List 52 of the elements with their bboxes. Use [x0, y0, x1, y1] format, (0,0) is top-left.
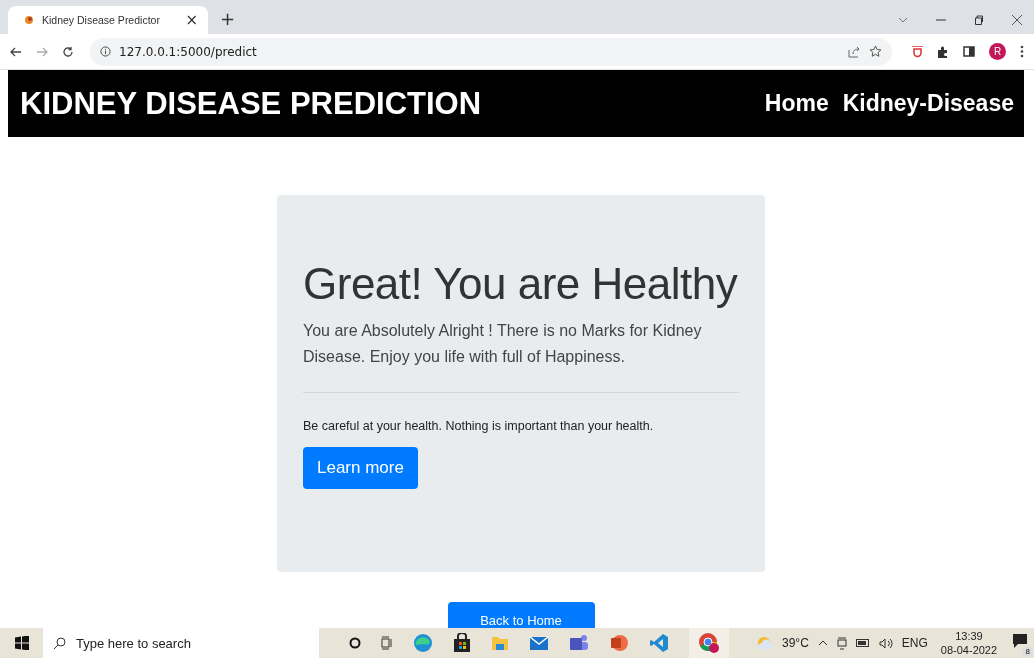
result-heading: Great! You are Healthy [303, 258, 739, 310]
tab-title: Kidney Disease Predictor [42, 14, 161, 26]
star-icon[interactable] [869, 45, 882, 58]
tab-search-icon[interactable] [898, 17, 908, 23]
notification-icon[interactable] [1012, 633, 1029, 649]
profile-avatar[interactable]: R [989, 43, 1006, 60]
clock-date[interactable]: 08-04-2022 [940, 643, 998, 657]
share-icon[interactable] [848, 45, 861, 58]
temperature-text[interactable]: 39°C [782, 636, 809, 650]
mail-icon[interactable] [529, 635, 549, 651]
teams-icon[interactable] [569, 634, 589, 652]
chevron-up-icon[interactable] [817, 640, 828, 646]
edge-icon[interactable] [413, 633, 433, 653]
result-description: You are Absolutely Alright ! There is no Marks for Kidney Disease. Enjoy you life with full of Happiness. [303, 321, 703, 368]
close-icon[interactable] [1012, 15, 1022, 25]
taskbar-search-field[interactable]: Type here to search [43, 628, 319, 658]
url-text: 127.0.0.1:5000/predict [119, 44, 257, 59]
menu-icon[interactable] [1020, 45, 1024, 58]
back-arrow-icon[interactable] [10, 46, 22, 57]
address-bar[interactable]: 127.0.0.1:5000/predict [90, 37, 892, 66]
clock-time[interactable]: 13:39 [955, 629, 983, 643]
language-indicator[interactable]: ENG [901, 636, 928, 650]
speaker-icon[interactable] [878, 637, 893, 649]
restore-icon[interactable] [974, 15, 984, 25]
new-tab-button[interactable]: + [220, 8, 236, 29]
code-editor-icon[interactable] [649, 633, 669, 653]
browser-tab[interactable]: Kidney Disease Predictor × [8, 6, 208, 34]
extension-icon[interactable] [912, 45, 923, 58]
nav-link[interactable]: Home [764, 90, 829, 117]
chrome-icon [698, 632, 720, 654]
close-tab-button[interactable]: × [185, 11, 198, 29]
notification-count: 8 [1022, 646, 1034, 657]
task-view-icon[interactable] [381, 636, 393, 650]
favicon-icon [24, 15, 34, 25]
info-icon [100, 46, 111, 57]
reload-icon[interactable] [62, 45, 74, 58]
folder-icon[interactable] [491, 635, 509, 651]
weather-icon [757, 636, 773, 650]
presentation-app-icon[interactable] [609, 633, 629, 653]
advice-text: Be careful at your health. Nothing is important than your health. [303, 419, 655, 434]
brand-title[interactable]: KIDNEY DISEASE PREDICTION [20, 85, 482, 122]
side-panel-icon[interactable] [963, 46, 975, 57]
store-icon[interactable] [453, 633, 471, 653]
taskbar-active-app[interactable] [689, 628, 729, 658]
windows-start-icon[interactable] [15, 636, 29, 650]
cortana-icon[interactable] [349, 637, 361, 649]
battery-icon[interactable] [855, 639, 870, 647]
back-to-home-button[interactable]: Back to Home [447, 602, 595, 628]
nav-link[interactable]: Kidney-Disease [842, 90, 1014, 117]
puzzle-icon[interactable] [937, 45, 949, 58]
learn-more-button[interactable]: Learn more [303, 447, 418, 490]
search-icon [53, 636, 66, 650]
